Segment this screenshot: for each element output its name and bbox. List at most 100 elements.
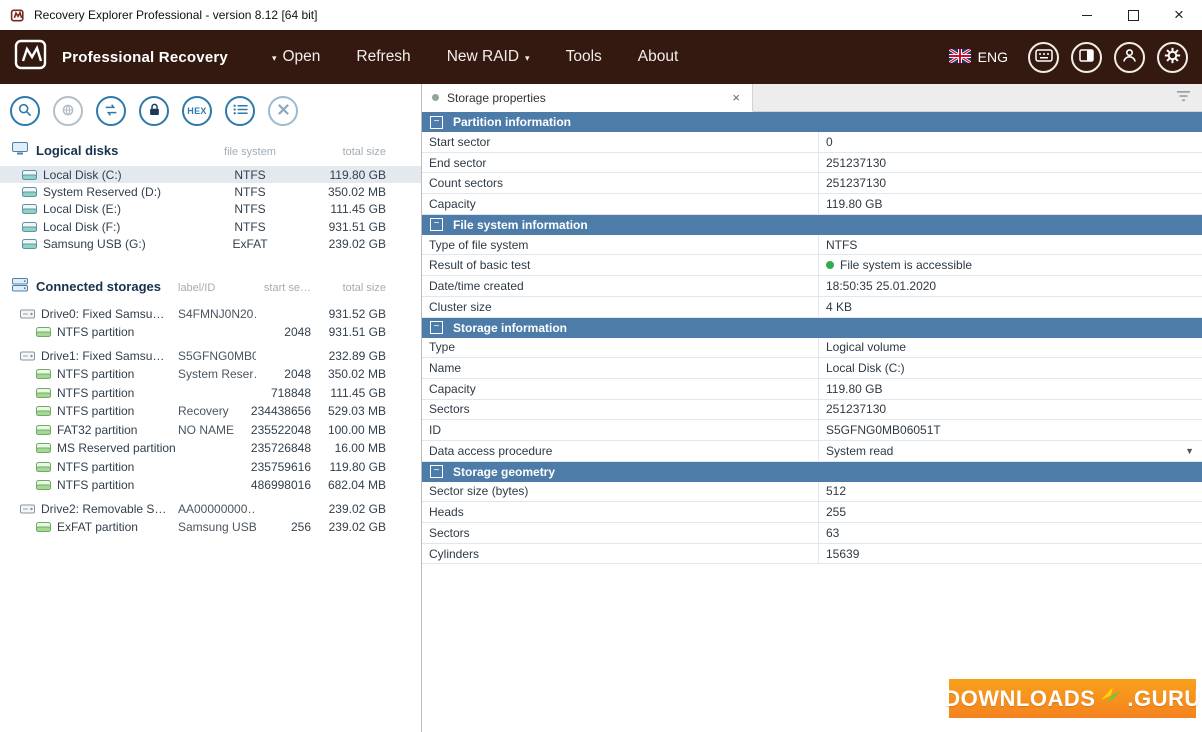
property-label: ID xyxy=(422,420,819,440)
keyboard-icon xyxy=(1035,49,1053,65)
partition-row[interactable]: FAT32 partitionNO NAME235522048100.00 MB xyxy=(0,420,421,439)
property-value: Logical volume xyxy=(819,338,1202,358)
tab-status-dot-icon xyxy=(432,94,439,101)
tab-bar: Storage properties × xyxy=(422,84,1202,112)
menu-open[interactable]: ▾Open xyxy=(272,48,320,66)
connected-storages-icon xyxy=(12,278,28,295)
property-value: 119.80 GB xyxy=(819,194,1202,214)
connected-storages-title: Connected storages xyxy=(36,279,161,294)
panel-toggle-icon xyxy=(1079,49,1094,65)
property-label: Data access procedure xyxy=(422,441,819,461)
collapse-icon[interactable]: − xyxy=(430,116,443,129)
clone-button[interactable] xyxy=(96,96,126,126)
drive-icon xyxy=(20,308,35,320)
menu-refresh[interactable]: Refresh xyxy=(356,48,410,66)
close-view-button[interactable] xyxy=(268,96,298,126)
tab-close-icon[interactable]: × xyxy=(730,90,742,105)
settings-button[interactable] xyxy=(1157,42,1188,73)
tab-storage-properties[interactable]: Storage properties × xyxy=(422,84,753,112)
logical-disk-row[interactable]: Samsung USB (G:)ExFAT239.02 GB xyxy=(0,235,421,252)
connections-icon xyxy=(60,102,76,121)
property-value: 15639 xyxy=(819,544,1202,564)
partition-row[interactable]: NTFS partition235759616119.80 GB xyxy=(0,457,421,476)
section-header[interactable]: −Storage information xyxy=(422,318,1202,338)
status-dot-icon xyxy=(826,261,834,269)
property-label: Count sectors xyxy=(422,173,819,193)
property-row: Cylinders15639 xyxy=(422,544,1202,565)
property-row: Sectors251237130 xyxy=(422,400,1202,421)
language-selector[interactable]: ENG xyxy=(949,49,1008,66)
minimize-button[interactable] xyxy=(1064,0,1110,30)
property-row: End sector251237130 xyxy=(422,153,1202,174)
property-value[interactable]: System read▼ xyxy=(819,441,1202,461)
partition-row[interactable]: NTFS partition2048931.51 GB xyxy=(0,323,421,342)
user-icon xyxy=(1122,48,1137,66)
property-row: Count sectors251237130 xyxy=(422,173,1202,194)
lock-icon xyxy=(147,102,162,121)
partition-row[interactable]: NTFS partitionSystem Reser…2048350.02 MB xyxy=(0,365,421,384)
partition-row[interactable]: NTFS partition718848111.45 GB xyxy=(0,383,421,402)
collapse-icon[interactable]: − xyxy=(430,218,443,231)
filter-button[interactable] xyxy=(1165,84,1202,111)
maximize-button[interactable] xyxy=(1110,0,1156,30)
logical-disk-row[interactable]: Local Disk (C:)NTFS119.80 GB xyxy=(0,166,421,183)
drive-row[interactable]: Drive1: Fixed Samsu…S5GFNG0MB0…232.89 GB xyxy=(0,346,421,365)
close-button[interactable]: × xyxy=(1156,0,1202,30)
account-button[interactable] xyxy=(1114,42,1145,73)
logical-disk-row[interactable]: System Reserved (D:)NTFS350.02 MB xyxy=(0,183,421,200)
lock-button[interactable] xyxy=(139,96,169,126)
search-icon xyxy=(17,102,33,121)
property-label: Type xyxy=(422,338,819,358)
menu-new-raid[interactable]: New RAID▾ xyxy=(447,48,530,66)
property-value: File system is accessible xyxy=(819,255,1202,275)
drive-row[interactable]: Drive0: Fixed Samsu…S4FMNJ0N20…931.52 GB xyxy=(0,304,421,323)
partition-row[interactable]: ExFAT partitionSamsung USB256239.02 GB xyxy=(0,518,421,537)
property-row: Capacity119.80 GB xyxy=(422,194,1202,215)
dropdown-caret-icon[interactable]: ▼ xyxy=(1185,446,1194,456)
logical-disk-row[interactable]: Local Disk (F:)NTFS931.51 GB xyxy=(0,218,421,235)
layout-toggle-button[interactable] xyxy=(1071,42,1102,73)
list-icon xyxy=(233,103,248,119)
property-row: Date/time created18:50:35 25.01.2020 xyxy=(422,276,1202,297)
property-label: Type of file system xyxy=(422,235,819,255)
section-header[interactable]: −Storage geometry xyxy=(422,462,1202,482)
properties-list-button[interactable] xyxy=(225,96,255,126)
section-header[interactable]: −Partition information xyxy=(422,112,1202,132)
connections-button[interactable] xyxy=(53,96,83,126)
partition-icon xyxy=(36,424,51,436)
drive-row[interactable]: Drive2: Removable S…AA00000000…239.02 GB xyxy=(0,499,421,518)
property-value: 18:50:35 25.01.2020 xyxy=(819,276,1202,296)
watermark-text-2: .GURU xyxy=(1127,686,1200,712)
menu-about[interactable]: About xyxy=(638,48,679,66)
logical-disks-title: Logical disks xyxy=(36,143,118,158)
collapse-icon[interactable]: − xyxy=(430,321,443,334)
collapse-icon[interactable]: − xyxy=(430,465,443,478)
property-row: Type of file systemNTFS xyxy=(422,235,1202,256)
hotkeys-button[interactable] xyxy=(1028,42,1059,73)
search-button[interactable] xyxy=(10,96,40,126)
hex-viewer-button[interactable]: HEX xyxy=(182,96,212,126)
partition-icon xyxy=(36,387,51,399)
property-row: Start sector0 xyxy=(422,132,1202,153)
property-value: 255 xyxy=(819,502,1202,522)
property-value: 512 xyxy=(819,482,1202,502)
menu-tools[interactable]: Tools xyxy=(566,48,602,66)
property-row: Data access procedureSystem read▼ xyxy=(422,441,1202,462)
hex-icon: HEX xyxy=(187,106,206,116)
logical-disks-header: Logical disks file system total size xyxy=(0,142,421,162)
property-row: TypeLogical volume xyxy=(422,338,1202,359)
property-value: 4 KB xyxy=(819,297,1202,317)
drive-icon xyxy=(20,503,35,515)
left-toolbar: HEX xyxy=(0,84,421,128)
partition-icon xyxy=(36,405,51,417)
partition-row[interactable]: NTFS partition486998016682.04 MB xyxy=(0,476,421,495)
property-label: Date/time created xyxy=(422,276,819,296)
partition-row[interactable]: NTFS partitionRecovery234438656529.03 MB xyxy=(0,402,421,421)
downloads-guru-watermark[interactable]: DOWNLOADS .GURU xyxy=(949,679,1196,718)
property-label: Name xyxy=(422,358,819,378)
partition-row[interactable]: MS Reserved partition23572684816.00 MB xyxy=(0,439,421,458)
filter-icon xyxy=(1177,89,1190,107)
watermark-bird-icon xyxy=(1099,685,1123,712)
section-header[interactable]: −File system information xyxy=(422,215,1202,235)
logical-disk-row[interactable]: Local Disk (E:)NTFS111.45 GB xyxy=(0,201,421,218)
